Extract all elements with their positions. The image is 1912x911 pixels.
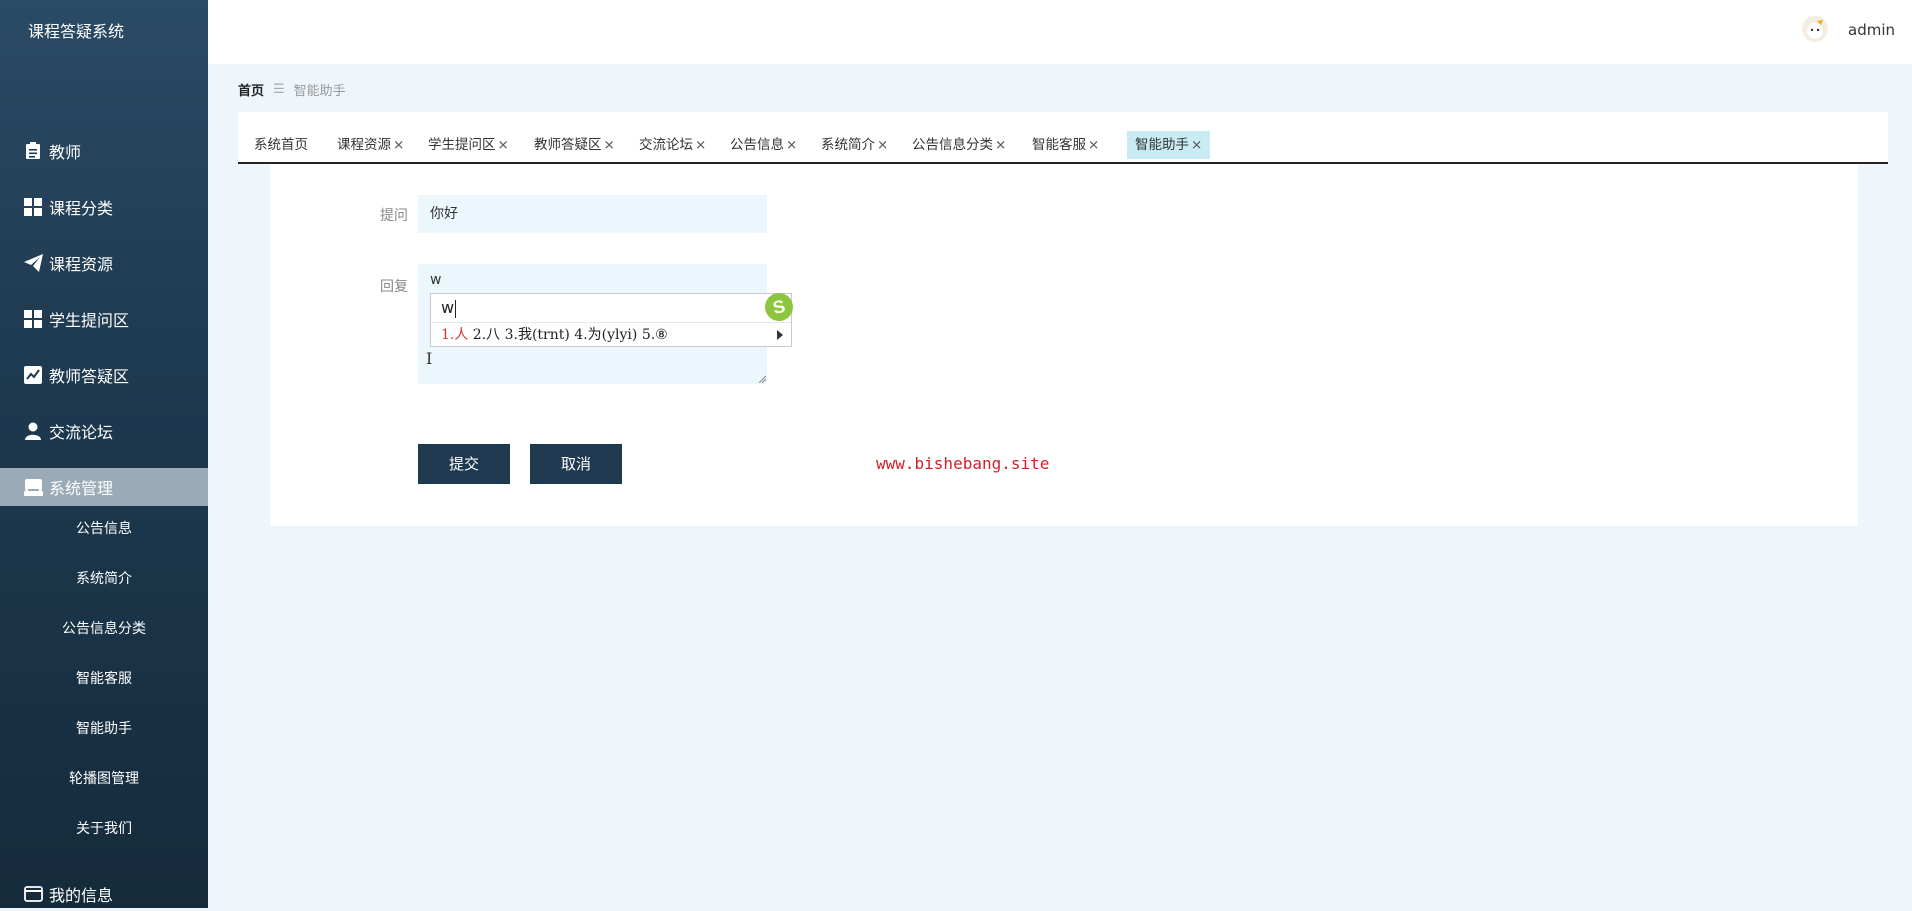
tab-announcements[interactable]: 公告信息 ×: [722, 131, 805, 159]
inbox-icon: [23, 477, 43, 497]
clipboard-icon: [23, 141, 43, 161]
sidebar-item-label: 课程分类: [49, 199, 114, 218]
close-icon[interactable]: ×: [604, 137, 615, 153]
close-icon[interactable]: ×: [995, 137, 1006, 153]
submenu-item-smart-assistant[interactable]: 智能助手: [0, 714, 208, 744]
sidebar-item-teacher[interactable]: 教师: [0, 132, 208, 170]
reply-label: 回复: [380, 279, 408, 295]
text-cursor-icon: I: [426, 349, 433, 368]
grid-icon: [23, 309, 43, 329]
app-title: 课程答疑系统: [28, 22, 125, 41]
tab-system-intro[interactable]: 系统简介 ×: [813, 131, 896, 159]
avatar[interactable]: [1802, 16, 1828, 42]
tab-smart-service[interactable]: 智能客服 ×: [1024, 131, 1107, 159]
submit-button[interactable]: 提交: [418, 444, 510, 484]
breadcrumb-separator-icon: ☰: [273, 82, 285, 97]
question-label: 提问: [380, 208, 408, 224]
close-icon[interactable]: ×: [877, 137, 888, 153]
ime-caret: [455, 300, 456, 318]
sidebar: 课程答疑系统 教师 课程分类 课程资源 学生提问区 教师答疑区 交流论坛 系统管…: [0, 0, 208, 908]
breadcrumb-home[interactable]: 首页: [238, 80, 264, 99]
tab-system-home[interactable]: 系统首页: [246, 131, 316, 159]
sidebar-item-course-category[interactable]: 课程分类: [0, 188, 208, 226]
tab-teacher-answers[interactable]: 教师答疑区 ×: [526, 131, 623, 159]
submenu-item-smart-service[interactable]: 智能客服: [0, 664, 208, 694]
ime-candidates-rest[interactable]: 2.八 3.我(trnt) 4.为(ylyi) 5.⑧: [468, 327, 668, 343]
tab-smart-assistant[interactable]: 智能助手 ×: [1127, 131, 1211, 159]
submenu-item-announcements[interactable]: 公告信息: [0, 514, 208, 544]
tab-label: 学生提问区: [428, 137, 496, 153]
username[interactable]: admin: [1848, 21, 1895, 39]
tab-forum[interactable]: 交流论坛 ×: [631, 131, 714, 159]
tab-label: 交流论坛: [639, 137, 693, 153]
next-page-arrow-icon[interactable]: [777, 330, 783, 340]
sidebar-item-label: 学生提问区: [49, 311, 130, 330]
breadcrumb: 首页 ☰ 智能助手: [238, 80, 346, 99]
tab-label: 教师答疑区: [534, 137, 602, 153]
submenu-item-system-intro[interactable]: 系统简介: [0, 564, 208, 594]
paper-plane-icon: [23, 253, 43, 273]
tab-label: 智能客服: [1032, 137, 1086, 153]
tab-label: 系统简介: [821, 137, 875, 153]
breadcrumb-current: 智能助手: [293, 84, 346, 99]
close-icon[interactable]: ×: [1088, 137, 1099, 153]
sidebar-item-system-management[interactable]: 系统管理: [0, 468, 208, 506]
close-icon[interactable]: ×: [786, 137, 797, 153]
sidebar-item-course-resources[interactable]: 课程资源: [0, 244, 208, 282]
sidebar-item-label: 教师: [49, 143, 82, 162]
user-icon: [23, 421, 43, 441]
submenu-item-announcement-category[interactable]: 公告信息分类: [0, 614, 208, 644]
sidebar-item-teacher-answers[interactable]: 教师答疑区: [0, 356, 208, 394]
close-icon[interactable]: ×: [498, 137, 509, 153]
close-icon[interactable]: ×: [695, 137, 706, 153]
sidebar-item-label: 交流论坛: [49, 423, 114, 442]
sidebar-item-label: 课程资源: [49, 255, 114, 274]
close-icon[interactable]: ×: [393, 137, 404, 153]
sidebar-item-label: 系统管理: [49, 479, 114, 498]
ime-divider: [431, 322, 791, 323]
tab-label: 智能助手: [1135, 137, 1189, 153]
watermark: www.bishebang.site: [876, 454, 1050, 473]
question-input[interactable]: 你好: [418, 195, 767, 233]
tab-label: 课程资源: [337, 137, 391, 153]
sidebar-item-label: 我的信息: [49, 886, 114, 905]
submenu-item-carousel[interactable]: 轮播图管理: [0, 764, 208, 794]
card-icon: [23, 884, 43, 904]
ime-composition: w: [441, 298, 455, 317]
tab-label: 公告信息分类: [912, 137, 993, 153]
tab-label: 公告信息: [730, 137, 784, 153]
close-icon[interactable]: ×: [1191, 137, 1202, 153]
chart-line-icon: [23, 365, 43, 385]
ime-candidate-popup[interactable]: w 1.人 2.八 3.我(trnt) 4.为(ylyi) 5.⑧: [430, 293, 792, 347]
tab-course-resources[interactable]: 课程资源 ×: [329, 131, 412, 159]
sidebar-item-forum[interactable]: 交流论坛: [0, 412, 208, 450]
tab-student-questions[interactable]: 学生提问区 ×: [420, 131, 517, 159]
tab-announcement-category[interactable]: 公告信息分类 ×: [904, 131, 1014, 159]
grid-icon: [23, 197, 43, 217]
submenu-item-about-us[interactable]: 关于我们: [0, 814, 208, 844]
tab-bar: 系统首页 课程资源 × 学生提问区 × 教师答疑区 × 交流论坛 × 公告信息 × 系统简…: [238, 112, 1888, 164]
ime-candidates[interactable]: 1.人 2.八 3.我(trnt) 4.为(ylyi) 5.⑧: [441, 324, 668, 344]
sidebar-item-my-info[interactable]: 我的信息: [0, 877, 208, 911]
ime-candidate-first[interactable]: 1.人: [441, 327, 468, 343]
reply-text: w: [430, 272, 442, 288]
cancel-button[interactable]: 取消: [530, 444, 622, 484]
sidebar-item-student-questions[interactable]: 学生提问区: [0, 300, 208, 338]
top-bar: admin: [208, 0, 1912, 64]
sidebar-item-label: 教师答疑区: [49, 367, 130, 386]
resize-handle-icon[interactable]: [758, 375, 766, 383]
tab-label: 系统首页: [254, 137, 308, 153]
